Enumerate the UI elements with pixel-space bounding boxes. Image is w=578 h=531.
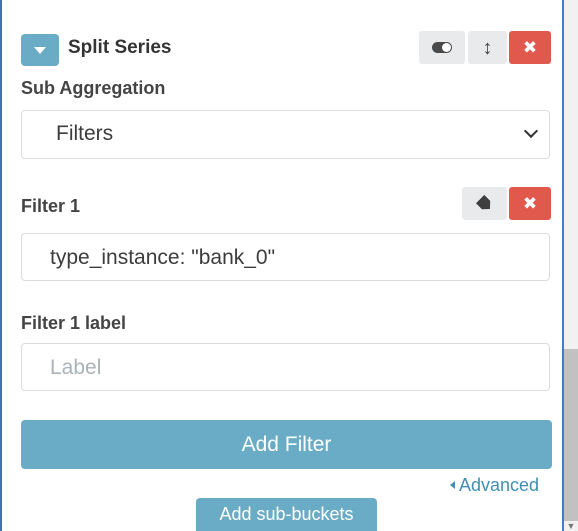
panel-left-border — [0, 0, 2, 531]
sub-aggregation-select[interactable]: Filters — [21, 110, 550, 159]
toggle-enabled-button[interactable] — [419, 31, 465, 64]
filter-1-heading: Filter 1 — [21, 196, 81, 216]
reorder-handle-button[interactable]: ↕ — [468, 31, 507, 64]
add-sub-buckets-button[interactable]: Add sub-buckets — [196, 498, 377, 531]
toggle-icon — [432, 42, 452, 53]
caret-down-icon — [34, 46, 46, 54]
section-title: Split Series — [68, 37, 172, 58]
advanced-link-label: Advanced — [459, 475, 540, 495]
filter-1-query-value: type_instance: "bank_0" — [50, 246, 276, 269]
filter-1-label-heading: Filter 1 label — [21, 313, 127, 333]
sub-aggregation-selected: Filters — [56, 122, 114, 145]
remove-filter-button[interactable]: ✖ — [509, 187, 551, 220]
close-icon: ✖ — [522, 37, 538, 57]
sub-aggregation-label: Sub Aggregation — [21, 78, 166, 98]
filter-1-label-input[interactable]: Label — [21, 343, 550, 391]
chevron-down-icon — [523, 123, 539, 139]
caret-left-icon — [450, 481, 455, 489]
add-filter-button[interactable]: Add Filter — [21, 420, 552, 469]
filter-1-query-input[interactable]: type_instance: "bank_0" — [21, 233, 550, 281]
close-icon: ✖ — [522, 193, 538, 213]
filter-label-toggle-button[interactable] — [462, 187, 507, 220]
remove-aggregation-button[interactable]: ✖ — [509, 31, 551, 64]
tag-icon — [475, 194, 493, 212]
advanced-link[interactable]: Advanced — [450, 474, 539, 496]
scroll-down-arrow-icon[interactable]: ▼ — [564, 521, 578, 531]
split-series-panel: ▼ Split Series ↕ ✖ Sub Aggregation Filte… — [0, 0, 578, 531]
scrollbar-thumb[interactable] — [564, 349, 578, 521]
vertical-arrows-icon: ↕ — [482, 36, 493, 59]
collapse-toggle-button[interactable] — [21, 34, 59, 66]
filter-1-label-placeholder: Label — [50, 356, 102, 379]
